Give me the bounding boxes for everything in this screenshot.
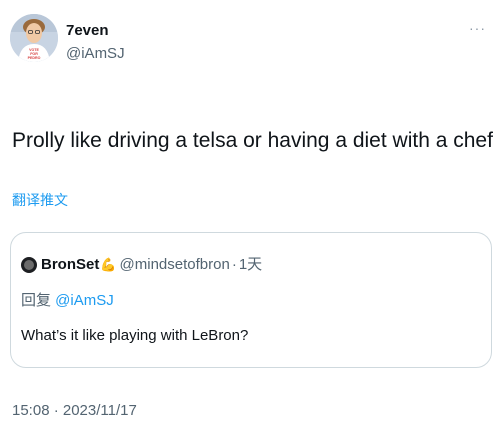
quoted-tweet-card[interactable]: BronSet 💪 @mindsetofbron · 1天 回复 @iAmSJ … [10, 232, 492, 368]
flexed-arm-icon: 💪 [100, 257, 117, 272]
tweet-timestamp[interactable]: 15:08 · 2023/11/17 [12, 402, 137, 419]
author-name[interactable]: 7even [66, 22, 125, 40]
tweet-text: Prolly like driving a telsa or having a … [12, 129, 493, 152]
quoted-avatar[interactable] [21, 257, 37, 273]
replying-prefix: 回复 [21, 292, 56, 309]
quoted-author-name[interactable]: BronSet [41, 255, 99, 275]
svg-text:PEDRO: PEDRO [28, 56, 41, 60]
author-info: 7even @iAmSJ [66, 22, 125, 64]
replying-to: 回复 @iAmSJ [21, 289, 114, 310]
quoted-author-handle[interactable]: @mindsetofbron [120, 255, 230, 275]
replying-mention[interactable]: @iAmSJ [55, 292, 114, 309]
quoted-tweet-text: What’s it like playing with LeBron? [21, 327, 249, 344]
quoted-time: 1天 [238, 256, 263, 273]
separator-dot: · [231, 256, 237, 273]
quoted-tweet-header: BronSet 💪 @mindsetofbron · 1天 [21, 255, 262, 275]
more-options-icon[interactable]: ··· [469, 20, 486, 36]
translate-tweet-link[interactable]: 翻译推文 [12, 190, 68, 210]
author-avatar[interactable]: VOTE FOR PEDRO [10, 14, 58, 62]
author-handle[interactable]: @iAmSJ [66, 44, 125, 64]
avatar-image: VOTE FOR PEDRO [10, 14, 58, 62]
